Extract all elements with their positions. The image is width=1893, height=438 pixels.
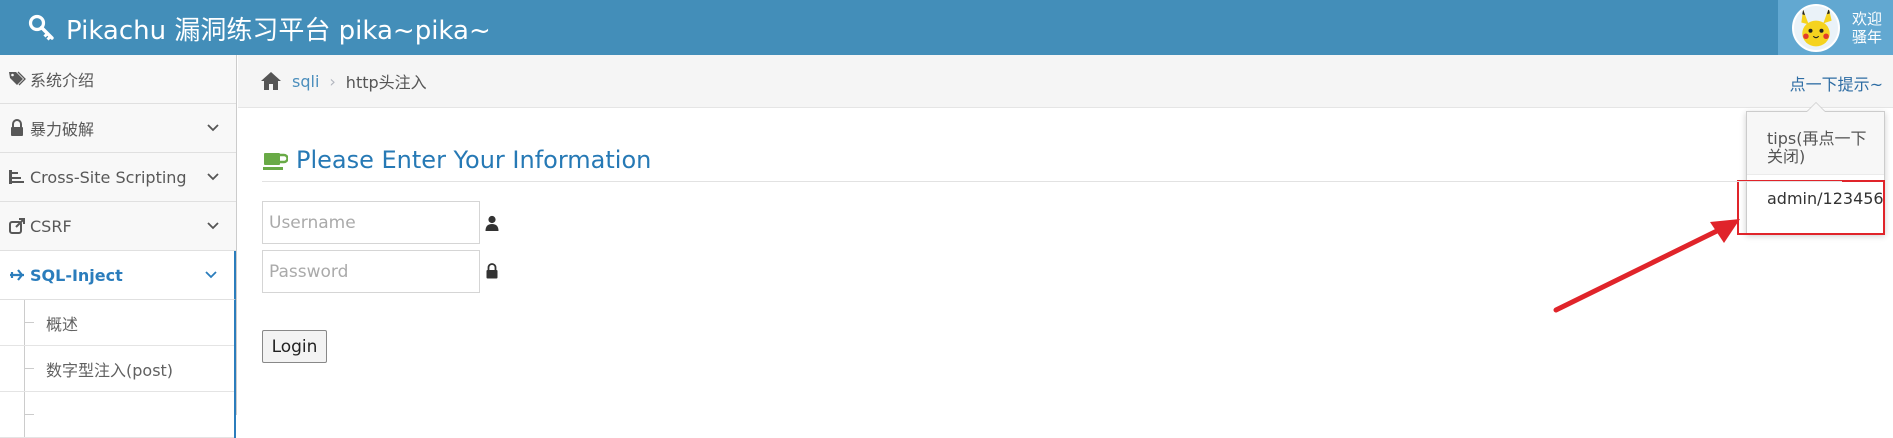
brand-title: Pikachu 漏洞练习平台 pika~pika~ [66,15,491,46]
hint-link[interactable]: 点一下提示~ [1790,71,1883,95]
sidebar: 系统介绍 暴力破解 Cross-Site Scripting CSRF SQL-… [0,55,237,438]
key-icon [28,14,54,41]
page-header: Please Enter Your Information [262,138,1842,182]
sidebar-item-label: 系统介绍 [30,71,95,90]
submenu-item-label: 概述 [46,314,79,334]
tags-icon [9,71,26,86]
home-icon[interactable] [260,71,282,91]
username-input[interactable] [262,201,480,244]
page-title: Please Enter Your Information [296,145,652,174]
welcome-line-1: 欢迎 [1852,9,1883,28]
breadcrumb-separator-icon: › [329,71,336,91]
sidebar-item-label: 暴力破解 [30,120,95,139]
sidebar-item-xss[interactable]: Cross-Site Scripting [0,153,236,202]
plane-icon [10,269,24,281]
submenu-item-partial[interactable] [0,392,234,438]
sidebar-item-bruteforce[interactable]: 暴力破解 [0,104,236,153]
top-navbar: Pikachu 漏洞练习平台 pika~pika~ 欢迎 骚年 [0,0,1893,55]
sidebar-item-label: CSRF [30,216,72,236]
breadcrumb-current: http头注入 [345,73,427,92]
sidebar-item-intro[interactable]: 系统介绍 [0,55,236,104]
breadcrumb: sqli › http头注入 点一下提示~ [238,55,1893,108]
tree-dash [24,322,34,323]
password-input[interactable] [262,250,480,293]
lock-icon [11,119,23,136]
user-icon [485,215,499,231]
tree-dash [24,368,34,369]
brand[interactable]: Pikachu 漏洞练习平台 pika~pika~ [28,10,491,46]
login-button[interactable]: Login [262,330,327,363]
user-menu[interactable]: 欢迎 骚年 [1778,0,1893,55]
chevron-down-icon[interactable] [206,219,220,233]
submenu-item-overview[interactable]: 概述 [0,300,234,346]
sitemap-icon [9,170,24,184]
submenu-item-label: 数字型注入(post) [46,360,174,380]
avatar [1792,3,1840,52]
sidebar-item-csrf[interactable]: CSRF [0,202,236,251]
lock-icon [486,263,498,279]
chevron-down-icon[interactable] [206,121,220,135]
welcome-text: 欢迎 骚年 [1852,10,1882,46]
sql-inject-submenu: 概述 数字型注入(post) [0,300,236,438]
annotation-arrow-icon [1553,219,1740,313]
chevron-down-icon[interactable] [204,268,218,282]
sidebar-item-label: Cross-Site Scripting [30,167,187,187]
coffee-icon [263,152,288,170]
share-icon [9,218,25,234]
sidebar-item-label: SQL-Inject [30,265,123,285]
breadcrumb-link[interactable]: sqli [292,72,319,91]
chevron-down-icon[interactable] [206,170,220,184]
welcome-line-2: 骚年 [1852,27,1883,46]
submenu-item-numeric-post[interactable]: 数字型注入(post) [0,346,234,392]
popover-arrow-inner [1807,103,1825,112]
pikachu-avatar-icon [1794,5,1838,50]
sidebar-item-sql-inject[interactable]: SQL-Inject [0,251,236,300]
